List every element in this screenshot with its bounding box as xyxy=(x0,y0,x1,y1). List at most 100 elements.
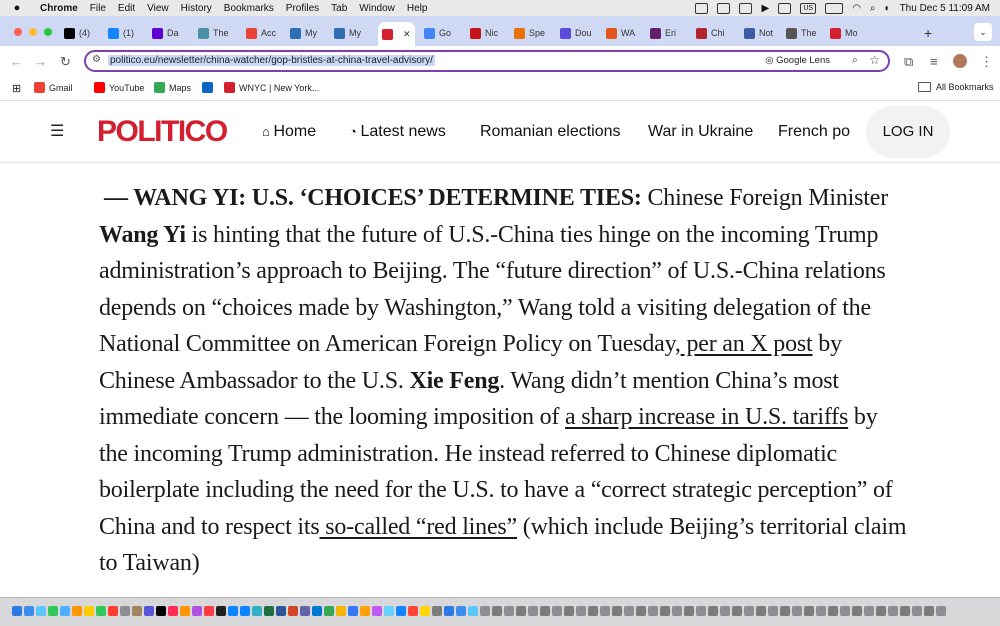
dock-app-icon[interactable] xyxy=(192,606,202,616)
dock-app-icon[interactable] xyxy=(96,606,106,616)
search-icon[interactable]: ⌕ xyxy=(870,3,876,14)
dock-app-icon[interactable] xyxy=(204,606,214,616)
clock[interactable]: Thu Dec 5 11:09 AM xyxy=(900,3,990,14)
dock-app-icon[interactable] xyxy=(720,606,730,616)
dock-app-icon[interactable] xyxy=(108,606,118,616)
bookmark-item[interactable]: Gmail xyxy=(34,82,73,93)
clipboard-icon[interactable] xyxy=(717,2,731,14)
dock-app-icon[interactable] xyxy=(264,606,274,616)
new-tab-button[interactable]: + xyxy=(924,23,932,43)
zoom-icon[interactable]: ⌕ xyxy=(852,54,858,67)
tab[interactable]: Acc xyxy=(246,23,276,43)
menu-bookmarks[interactable]: Bookmarks xyxy=(224,3,274,14)
bookmark-star-icon[interactable]: ☆ xyxy=(869,53,880,67)
tab[interactable]: My xyxy=(334,23,361,43)
tab[interactable]: Dou xyxy=(560,23,592,43)
nav-war-in-ukraine[interactable]: War in Ukraine xyxy=(648,123,753,141)
play-icon[interactable]: ▶ xyxy=(761,3,769,14)
dock-app-icon[interactable] xyxy=(600,606,610,616)
extension-icon[interactable]: ⧉ xyxy=(904,54,913,70)
dock-app-icon[interactable] xyxy=(492,606,502,616)
dock-app-icon[interactable] xyxy=(432,606,442,616)
dock-app-icon[interactable] xyxy=(768,606,778,616)
tab[interactable]: Da xyxy=(152,23,179,43)
dock-app-icon[interactable] xyxy=(660,606,670,616)
dock-app-icon[interactable] xyxy=(360,606,370,616)
media-icon[interactable]: ≡ xyxy=(930,54,938,69)
tab[interactable]: WA xyxy=(606,23,635,43)
dock-app-icon[interactable] xyxy=(648,606,658,616)
dock-app-icon[interactable] xyxy=(252,606,262,616)
dock-app-icon[interactable] xyxy=(444,606,454,616)
menu-tab[interactable]: Tab xyxy=(331,3,347,14)
tab[interactable]: Eri xyxy=(650,23,676,43)
printer-icon[interactable] xyxy=(739,2,753,14)
politico-logo[interactable]: POLITICO xyxy=(97,115,228,149)
menu-history[interactable]: History xyxy=(181,3,212,14)
dock-app-icon[interactable] xyxy=(876,606,886,616)
tab[interactable]: (4) xyxy=(64,23,90,43)
dock-app-icon[interactable] xyxy=(696,606,706,616)
dock-app-icon[interactable] xyxy=(852,606,862,616)
google-lens-button[interactable]: ◎ Google Lens xyxy=(765,55,830,66)
dock-app-icon[interactable] xyxy=(420,606,430,616)
address-bar[interactable]: ⚙ politico.eu/newsletter/china-watcher/g… xyxy=(84,50,890,72)
dock-app-icon[interactable] xyxy=(816,606,826,616)
dock-app-icon[interactable] xyxy=(708,606,718,616)
battery-icon[interactable] xyxy=(825,2,844,14)
dock-app-icon[interactable] xyxy=(840,606,850,616)
tab[interactable]: The xyxy=(198,23,229,43)
tab[interactable]: (1) xyxy=(108,23,134,43)
dock-app-icon[interactable] xyxy=(888,606,898,616)
dock-app-icon[interactable] xyxy=(12,606,22,616)
dock-app-icon[interactable] xyxy=(756,606,766,616)
dock-app-icon[interactable] xyxy=(480,606,490,616)
dock-app-icon[interactable] xyxy=(864,606,874,616)
dock-app-icon[interactable] xyxy=(132,606,142,616)
dock-app-icon[interactable] xyxy=(288,606,298,616)
tab[interactable]: The xyxy=(786,23,817,43)
close-tab-icon[interactable]: ✕ xyxy=(403,29,411,40)
dock-app-icon[interactable] xyxy=(84,606,94,616)
dock-app-icon[interactable] xyxy=(504,606,514,616)
search-menu-icon[interactable]: ☰ xyxy=(50,121,64,141)
dock-app-icon[interactable] xyxy=(156,606,166,616)
tab[interactable]: Chi xyxy=(696,23,725,43)
dock-app-icon[interactable] xyxy=(396,606,406,616)
tab[interactable]: Mo xyxy=(830,23,858,43)
dock-app-icon[interactable] xyxy=(468,606,478,616)
apple-menu-icon[interactable]: ● xyxy=(10,2,24,14)
url-text[interactable]: politico.eu/newsletter/china-watcher/gop… xyxy=(108,55,435,66)
nav-french-politics[interactable]: French po xyxy=(778,123,856,141)
nav-home[interactable]: ⌂ Home xyxy=(262,123,316,141)
link-x-post[interactable]: per an X post xyxy=(681,331,812,357)
dock-app-icon[interactable] xyxy=(36,606,46,616)
dock-app-icon[interactable] xyxy=(276,606,286,616)
dock-app-icon[interactable] xyxy=(732,606,742,616)
dock-app-icon[interactable] xyxy=(216,606,226,616)
dock-app-icon[interactable] xyxy=(24,606,34,616)
wifi-icon[interactable]: ◠ xyxy=(852,3,861,14)
minimize-window-icon[interactable] xyxy=(29,28,37,36)
dock-app-icon[interactable] xyxy=(552,606,562,616)
dock-app-icon[interactable] xyxy=(744,606,754,616)
dock-app-icon[interactable] xyxy=(804,606,814,616)
site-info-icon[interactable]: ⚙ xyxy=(92,54,101,65)
dock-app-icon[interactable] xyxy=(936,606,946,616)
close-window-icon[interactable] xyxy=(14,28,22,36)
control-center-icon[interactable]: ◐ xyxy=(885,3,891,14)
bookmark-item[interactable] xyxy=(202,82,217,93)
menu-edit[interactable]: Edit xyxy=(118,3,135,14)
dock-app-icon[interactable] xyxy=(72,606,82,616)
bookmark-item[interactable]: WNYC | New York... xyxy=(224,82,319,93)
reload-button[interactable]: ↻ xyxy=(60,54,71,70)
dock-app-icon[interactable] xyxy=(48,606,58,616)
dock-app-icon[interactable] xyxy=(408,606,418,616)
dock-app-icon[interactable] xyxy=(792,606,802,616)
bookmark-item[interactable]: Maps xyxy=(154,82,191,93)
dock-app-icon[interactable] xyxy=(576,606,586,616)
calendar-icon[interactable] xyxy=(778,2,792,14)
dock-app-icon[interactable] xyxy=(684,606,694,616)
nav-romanian-elections[interactable]: Romanian elections xyxy=(480,123,621,141)
tab[interactable]: Go xyxy=(424,23,451,43)
